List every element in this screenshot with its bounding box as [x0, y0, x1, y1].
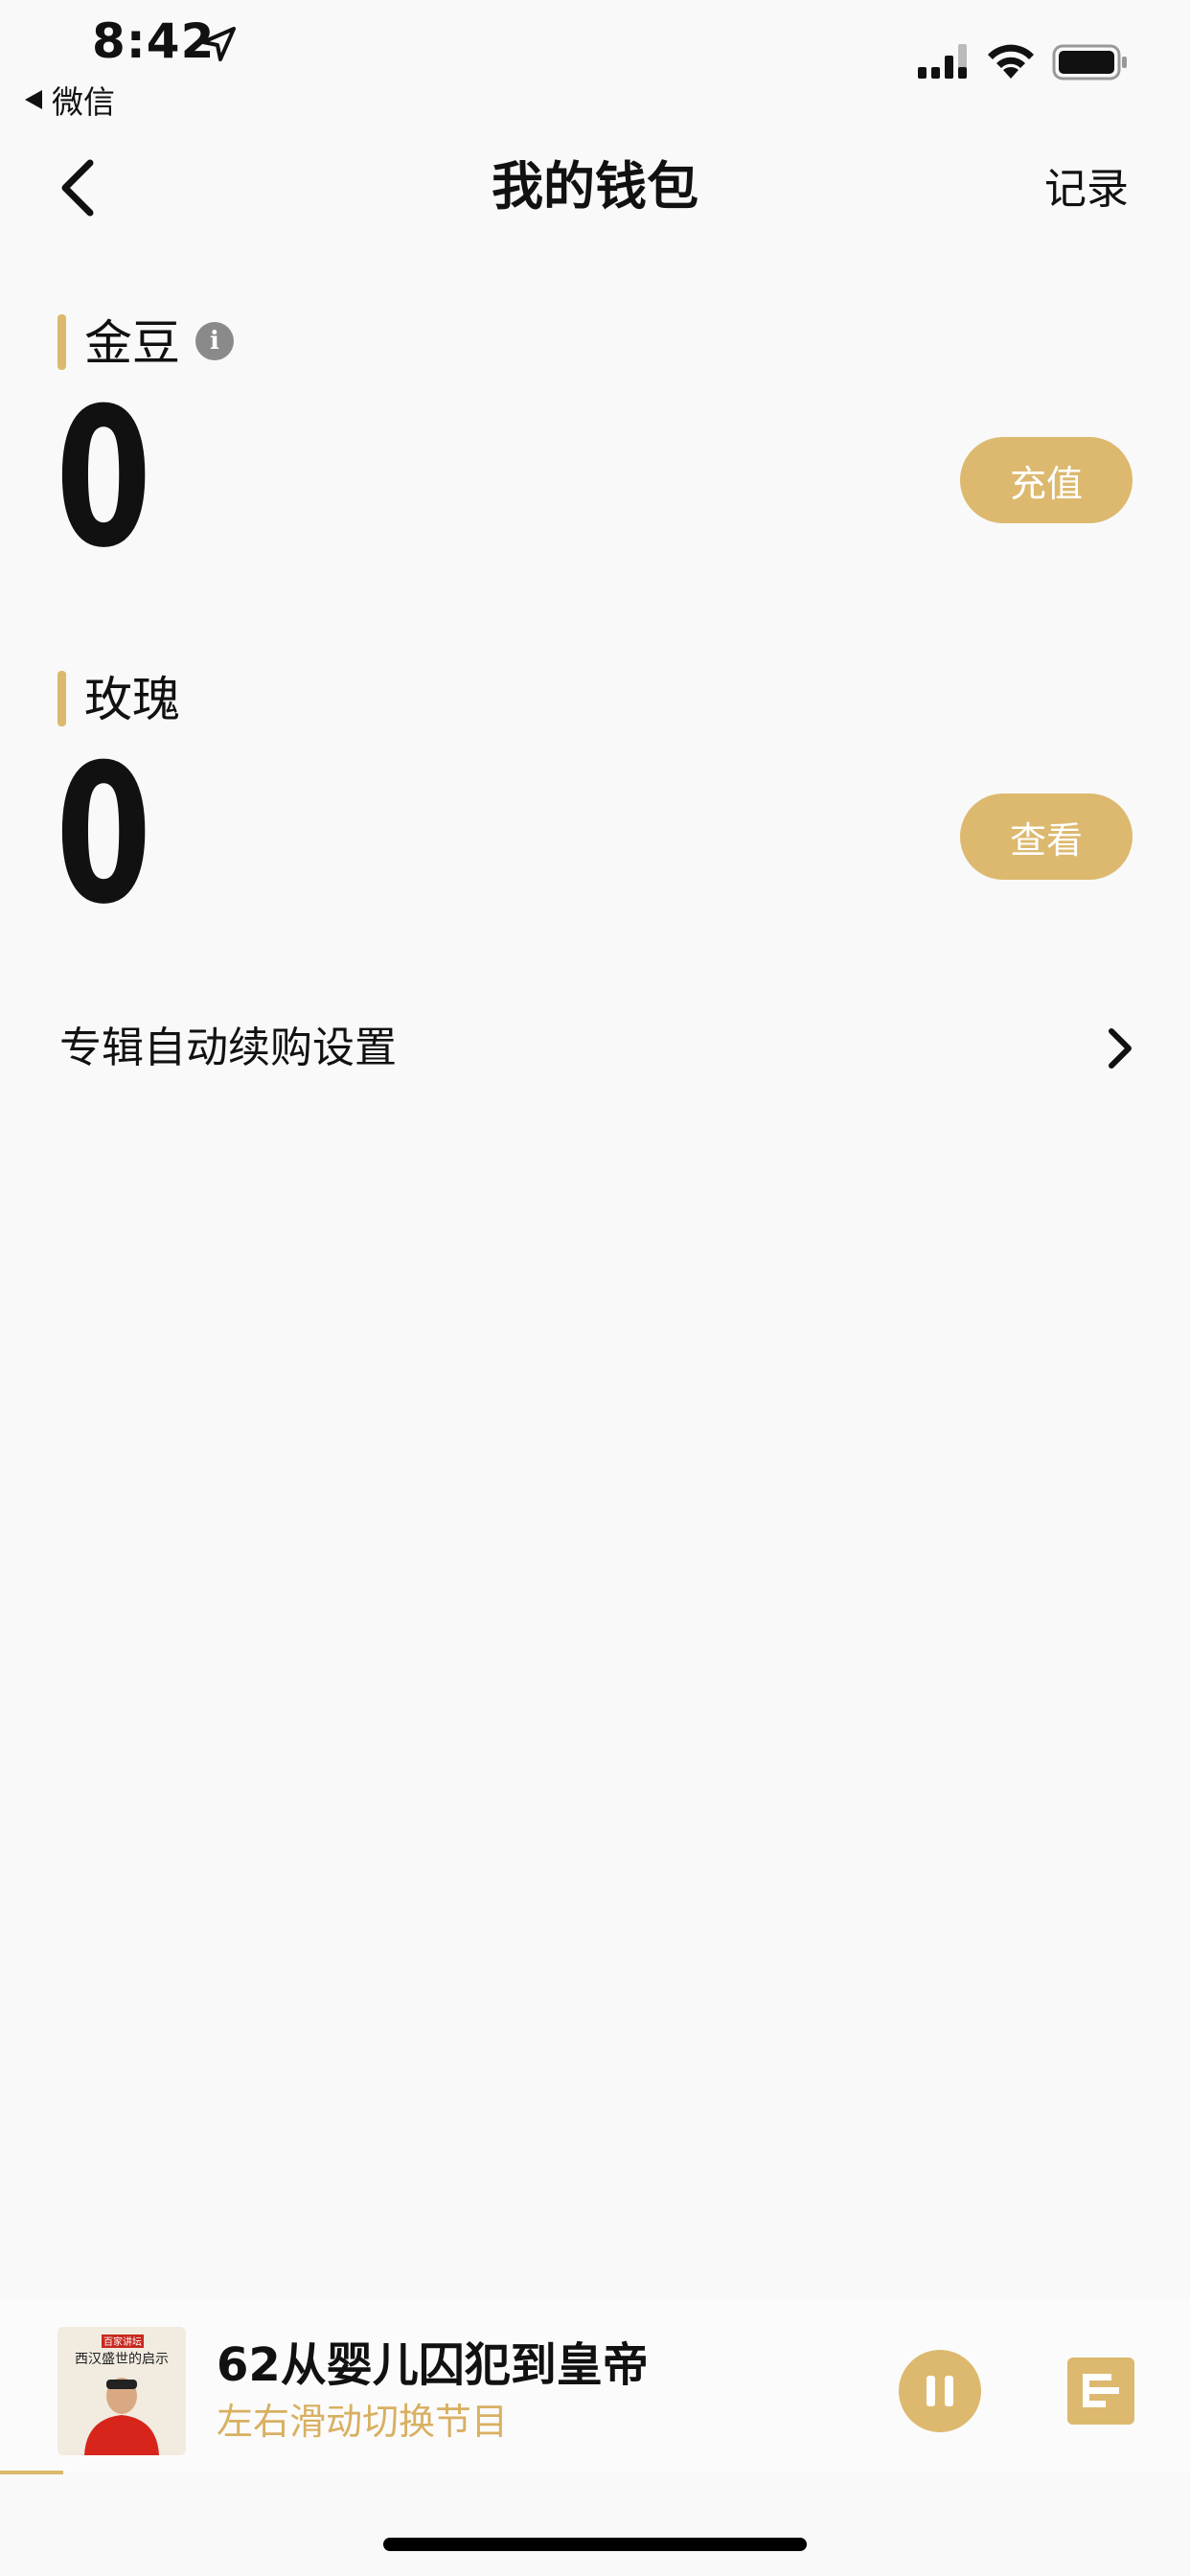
recharge-button[interactable]: 充值	[960, 437, 1133, 523]
album-cover-art: 百家讲坛 西汉盛世的启示	[57, 2327, 186, 2455]
wifi-icon	[988, 44, 1034, 79]
info-icon[interactable]: i	[195, 322, 234, 360]
cover-caption: 西汉盛世的启示	[75, 2352, 169, 2367]
album-cover[interactable]: 百家讲坛 西汉盛世的启示	[57, 2327, 186, 2455]
auto-renew-settings-label[interactable]: 专辑自动续购设置	[59, 1020, 397, 1077]
view-roses-button[interactable]: 查看	[960, 794, 1133, 880]
gold-beans-title: 金豆	[84, 315, 180, 371]
signal-icon	[918, 44, 967, 79]
roses-title: 玫瑰	[84, 672, 180, 727]
page-title: 我的钱包	[492, 156, 698, 217]
track-subtitle: 左右滑动切换节目	[217, 2401, 509, 2443]
back-triangle-icon	[25, 90, 42, 109]
pause-button[interactable]	[899, 2350, 981, 2432]
back-app-label: 微信	[52, 83, 115, 121]
cover-badge: 百家讲坛	[103, 2335, 142, 2348]
back-to-app[interactable]: 微信	[25, 77, 115, 123]
roses-balance: 0	[56, 724, 152, 947]
track-title[interactable]: 62从婴儿囚犯到皇帝	[217, 2334, 649, 2396]
battery-icon	[1052, 44, 1127, 80]
gold-beans-balance: 0	[56, 367, 152, 590]
home-indicator[interactable]	[383, 2538, 807, 2551]
records-link[interactable]: 记录	[1044, 161, 1129, 218]
location-arrow-icon	[201, 27, 236, 61]
section-accent-bar	[57, 314, 66, 370]
playlist-icon[interactable]	[1067, 2358, 1134, 2425]
pause-icon	[945, 2376, 953, 2406]
chevron-right-icon[interactable]	[1106, 1025, 1134, 1071]
pause-icon	[927, 2376, 935, 2406]
playback-progress-bar[interactable]	[0, 2471, 63, 2474]
section-accent-bar	[57, 671, 66, 726]
status-time: 8:42	[92, 13, 216, 69]
